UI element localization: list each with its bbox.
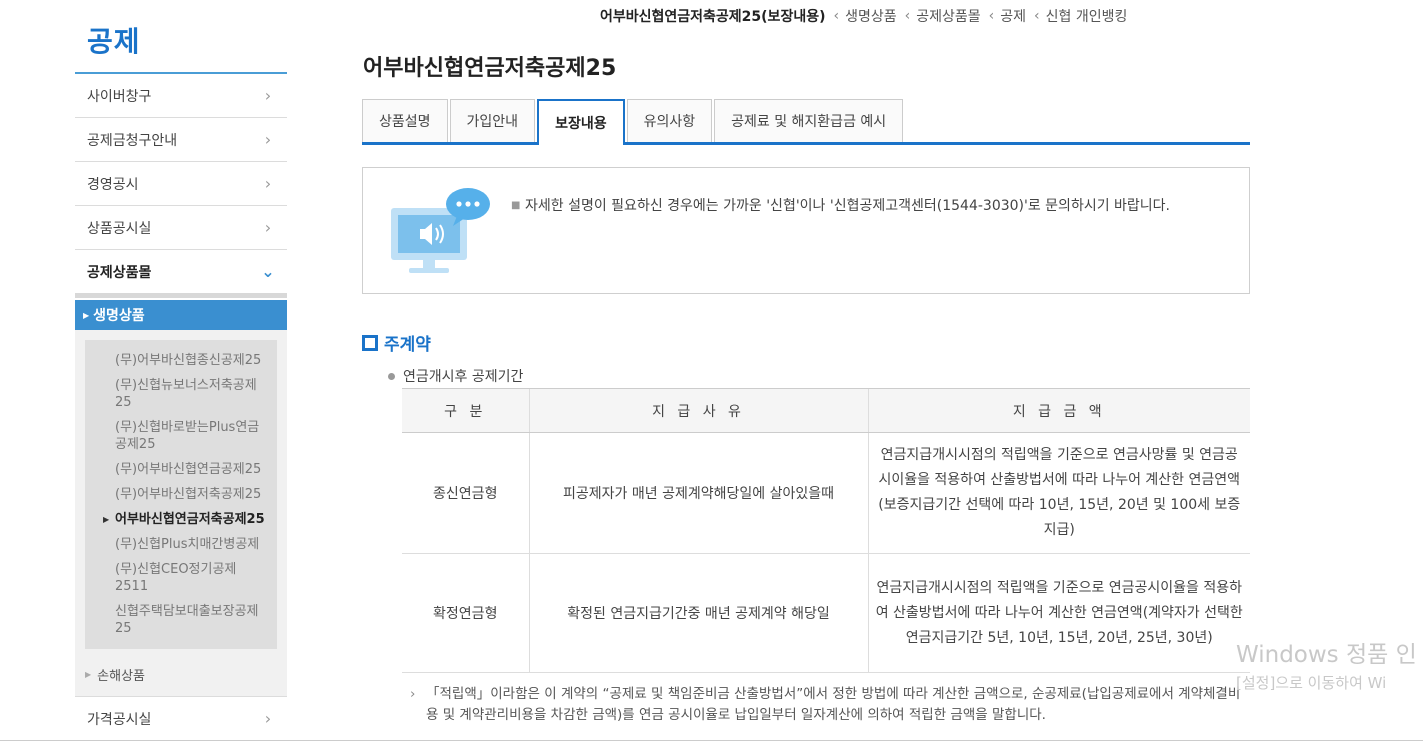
tab-precautions[interactable]: 유의사항 (626, 99, 713, 142)
sidebar-item-product-disclosure[interactable]: 상품공시실 › (75, 206, 287, 250)
sidebar-subitem[interactable]: (무)신협바로받는Plus연금공제25 (85, 415, 277, 457)
sidebar-subitem[interactable]: (무)신협Plus치매간병공제 (85, 532, 277, 557)
bullet-icon (388, 372, 395, 380)
watermark-line2: [설정]으로 이동하여 Wi (1236, 674, 1387, 692)
sidebar-subitem[interactable]: (무)신협뉴보너스저축공제25 (85, 373, 277, 415)
chevron-right-icon: › (410, 686, 416, 702)
breadcrumb-current: 어부바신협연금저축공제25(보장내용) (600, 9, 826, 25)
square-icon (362, 334, 378, 351)
triangle-right-icon: ▶ (103, 515, 110, 524)
table-header-category: 구 분 (402, 388, 529, 433)
sidebar-subitem[interactable]: (무)신협CEO정기공제2511 (85, 557, 277, 599)
notice-text: 자세한 설명이 필요하신 경우에는 가까운 '신협'이나 '신협공제고객센터(1… (525, 198, 1170, 214)
chevron-left-icon: ‹ (1034, 8, 1040, 24)
bullet-icon: ■ (511, 200, 521, 211)
sidebar-subitem[interactable]: 신협주택담보대출보장공제25 (85, 599, 277, 641)
page-title: 어부바신협연금저축공제25 (363, 56, 617, 81)
section-title: 주계약 (384, 335, 431, 355)
sidebar-title: 공제 (87, 25, 141, 58)
breadcrumb-link[interactable]: 생명상품 (845, 6, 897, 26)
chevron-left-icon: ‹ (833, 8, 840, 24)
notice-box: ■ 자세한 설명이 필요하신 경우에는 가까운 '신협'이나 '신협공제고객센터… (362, 167, 1250, 294)
section-heading: 주계약 (362, 330, 431, 355)
sidebar-subhead-life-products[interactable]: ▶ 생명상품 (75, 300, 287, 330)
tab-premium-refund-example[interactable]: 공제료 및 해지환급금 예시 (714, 99, 904, 142)
sidebar-item-label: 공제금청구안내 (87, 132, 178, 149)
sidebar-item-label: 가격공시실 (87, 711, 152, 728)
sidebar-subitem-active[interactable]: ▶ 어부바신협연금저축공제25 (85, 507, 277, 532)
subsection-title: 연금개시후 공제기간 (403, 369, 524, 385)
tab-coverage[interactable]: 보장내용 (537, 99, 625, 145)
sidebar-item-label: 경영공시 (87, 176, 139, 193)
sidebar-subitem[interactable]: (무)어부바신협종신공제25 (85, 348, 277, 373)
table-cell-amount: 연금지급개시시점의 적립액을 기준으로 연금공시이율을 적용하여 산출방법서에 … (867, 553, 1250, 673)
table-cell-type: 종신연금형 (402, 432, 529, 554)
breadcrumb: 어부바신협연금저축공제25(보장내용) ‹ 생명상품 ‹ 공제상품몰 ‹ 공제 … (600, 6, 1260, 26)
sidebar: 공제 사이버창구 › 공제금청구안내 › 경영공시 › 상품공시실 › 공제상품… (75, 0, 287, 741)
chevron-right-icon: › (264, 174, 272, 193)
table-row: 확정연금형 확정된 연금지급기간중 매년 공제계약 해당일 연금지급개시시점의 … (402, 553, 1250, 673)
table-header-row: 구 분 지 급 사 유 지 급 금 액 (402, 388, 1250, 433)
sidebar-item-nonlife-products[interactable]: ▶ 손해상품 (75, 653, 287, 697)
table-cell-amount: 연금지급개시시점의 적립액을 기준으로 연금사망률 및 연금공시이율을 적용하여… (867, 432, 1250, 554)
subsection-heading: 연금개시후 공제기간 (388, 366, 523, 386)
triangle-right-icon: ▶ (85, 670, 92, 679)
tab-bar: 상품설명 가입안내 보장내용 유의사항 공제료 및 해지환급금 예시 (362, 99, 1250, 145)
tab-subscription-guide[interactable]: 가입안내 (449, 99, 536, 142)
sidebar-item-label: 공제상품몰 (87, 264, 152, 281)
sidebar-item-label: 사이버창구 (87, 88, 152, 105)
sidebar-item-product-mall[interactable]: 공제상품몰 ⌄ (75, 250, 287, 298)
chevron-left-icon: ‹ (904, 8, 911, 24)
chevron-right-icon: › (264, 218, 272, 237)
sidebar-subhead-label: 생명상품 (93, 308, 145, 324)
sidebar-item-price-disclosure[interactable]: 가격공시실 › (75, 697, 287, 741)
chevron-left-icon: ‹ (988, 8, 995, 24)
sidebar-subitem[interactable]: (무)어부바신협연금공제25 (85, 457, 277, 482)
sidebar-item-label: 손해상품 (97, 669, 145, 684)
table-row: 종신연금형 피공제자가 매년 공제계약해당일에 살아있을때 연금지급개시시점의 … (402, 432, 1250, 554)
sidebar-subitem[interactable]: (무)어부바신협저축공제25 (85, 482, 277, 507)
tab-product-description[interactable]: 상품설명 (362, 99, 448, 142)
table-cell-reason: 피공제자가 매년 공제계약해당일에 살아있을때 (528, 432, 868, 554)
watermark-line1: Windows 정품 인 (1236, 642, 1417, 668)
bottom-divider (0, 740, 1423, 741)
footnote: › 「적립액」이라함은 이 계약의 “공제료 및 책임준비금 산출방법서”에서 … (410, 684, 1250, 726)
table-cell-reason: 확정된 연금지급기간중 매년 공제계약 해당일 (528, 553, 868, 673)
sidebar-item-cyber-window[interactable]: 사이버창구 › (75, 74, 287, 118)
table-cell-type: 확정연금형 (402, 553, 529, 673)
triangle-right-icon: ▶ (83, 310, 90, 320)
breadcrumb-link[interactable]: 신협 개인뱅킹 (1046, 6, 1128, 26)
windows-activation-watermark: Windows 정품 인 [설정]으로 이동하여 Wi (1236, 640, 1417, 694)
breadcrumb-link[interactable]: 공제상품몰 (916, 6, 980, 26)
chevron-right-icon: › (264, 709, 272, 728)
coverage-table: 구 분 지 급 사 유 지 급 금 액 종신연금형 피공제자가 매년 공제계약해… (402, 388, 1250, 673)
sidebar-item-label: 상품공시실 (87, 220, 152, 237)
sidebar-item-management-disclosure[interactable]: 경영공시 › (75, 162, 287, 206)
sidebar-subitem-label: 어부바신협연금저축공제25 (115, 512, 265, 527)
sidebar-sublist: (무)어부바신협종신공제25 (무)신협뉴보너스저축공제25 (무)신협바로받는… (75, 330, 287, 653)
sidebar-item-claim-guide[interactable]: 공제금청구안내 › (75, 118, 287, 162)
table-header-amount: 지 급 금 액 (867, 388, 1250, 433)
table-header-reason: 지 급 사 유 (528, 388, 868, 433)
monitor-speaker-icon (391, 188, 490, 273)
notice-text-wrap: ■ 자세한 설명이 필요하신 경우에는 가까운 '신협'이나 '신협공제고객센터… (511, 194, 1223, 218)
footnote-text: 「적립액」이라함은 이 계약의 “공제료 및 책임준비금 산출방법서”에서 정한… (426, 686, 1241, 723)
chevron-right-icon: › (264, 130, 272, 149)
chevron-down-icon: ⌄ (261, 262, 275, 281)
chevron-right-icon: › (264, 86, 272, 105)
breadcrumb-link[interactable]: 공제 (1000, 6, 1026, 26)
